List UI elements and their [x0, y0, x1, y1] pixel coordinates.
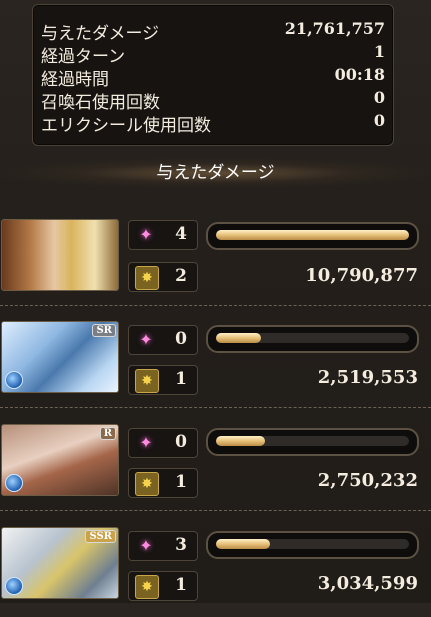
character-portrait[interactable] [1, 219, 119, 291]
summary-value: 0 [373, 111, 385, 130]
skill-count: ✦ 4 [128, 220, 198, 250]
sparkle-icon: ✦ [139, 330, 153, 349]
summary-row-time: 経過時間 00:18 [41, 65, 385, 90]
sparkle-icon: ✦ [139, 225, 153, 244]
summary-label: 召喚石使用回数 [41, 93, 160, 113]
character-entry: SSR ✦ 3 ✸ 1 3,034,599 [0, 527, 431, 617]
battle-summary-panel: 与えたダメージ 21,761,757 経過ターン 1 経過時間 00:18 召喚… [32, 4, 394, 146]
skill-count: ✦ 0 [128, 428, 198, 458]
damage-bar [206, 325, 419, 353]
damage-bar-fill [216, 230, 409, 240]
damage-bar [206, 428, 419, 456]
sparkle-icon: ✦ [139, 536, 153, 555]
rarity-badge: SR [92, 324, 116, 337]
ougi-count: ✸ 1 [128, 468, 198, 498]
summary-row-summons: 召喚石使用回数 0 [41, 88, 385, 113]
character-entry: R ✦ 0 ✸ 1 2,750,232 [0, 424, 431, 514]
skill-count: ✦ 0 [128, 325, 198, 355]
summary-row-turns: 経過ターン 1 [41, 42, 385, 67]
summary-label: 与えたダメージ [41, 24, 160, 44]
ougi-count: ✸ 2 [128, 262, 198, 292]
summary-value: 0 [373, 88, 385, 107]
damage-bar [206, 222, 419, 250]
charge-attack-icon: ✸ [135, 266, 159, 290]
divider [0, 305, 431, 306]
summary-label: 経過ターン [41, 47, 126, 67]
summary-label: エリクシール使用回数 [41, 116, 211, 136]
character-portrait[interactable]: SR [1, 321, 119, 393]
summary-label: 経過時間 [41, 70, 109, 90]
skill-count: ✦ 3 [128, 531, 198, 561]
character-entry: SR ✦ 0 ✸ 1 2,519,553 [0, 321, 431, 411]
damage-value: 10,790,877 [305, 265, 418, 286]
rarity-badge: R [99, 427, 116, 440]
damage-section-title: 与えたダメージ [0, 158, 431, 188]
summary-row-damage: 与えたダメージ 21,761,757 [41, 19, 385, 44]
sparkle-icon: ✦ [139, 433, 153, 452]
character-portrait[interactable]: R [1, 424, 119, 496]
damage-bar-fill [216, 436, 266, 446]
charge-attack-icon: ✸ [135, 369, 159, 393]
divider [0, 407, 431, 408]
divider [0, 510, 431, 511]
damage-value: 2,519,553 [317, 367, 418, 388]
ougi-count: ✸ 1 [128, 365, 198, 395]
damage-bar [206, 531, 419, 559]
damage-bar-fill [216, 333, 261, 343]
damage-bar-fill [216, 539, 271, 549]
summary-row-elixirs: エリクシール使用回数 0 [41, 111, 385, 136]
damage-value: 3,034,599 [317, 573, 418, 594]
charge-attack-icon: ✸ [135, 575, 159, 599]
summary-value: 00:18 [334, 65, 385, 84]
character-portrait[interactable]: SSR [1, 527, 119, 599]
water-element-icon [5, 474, 23, 492]
water-element-icon [5, 371, 23, 389]
summary-value: 1 [373, 42, 385, 61]
damage-value: 2,750,232 [317, 470, 418, 491]
character-entry: ✦ 4 ✸ 2 10,790,877 [0, 219, 431, 309]
charge-attack-icon: ✸ [135, 472, 159, 496]
rarity-badge: SSR [85, 530, 116, 543]
ougi-count: ✸ 1 [128, 571, 198, 601]
water-element-icon [5, 577, 23, 595]
summary-value: 21,761,757 [284, 19, 385, 38]
